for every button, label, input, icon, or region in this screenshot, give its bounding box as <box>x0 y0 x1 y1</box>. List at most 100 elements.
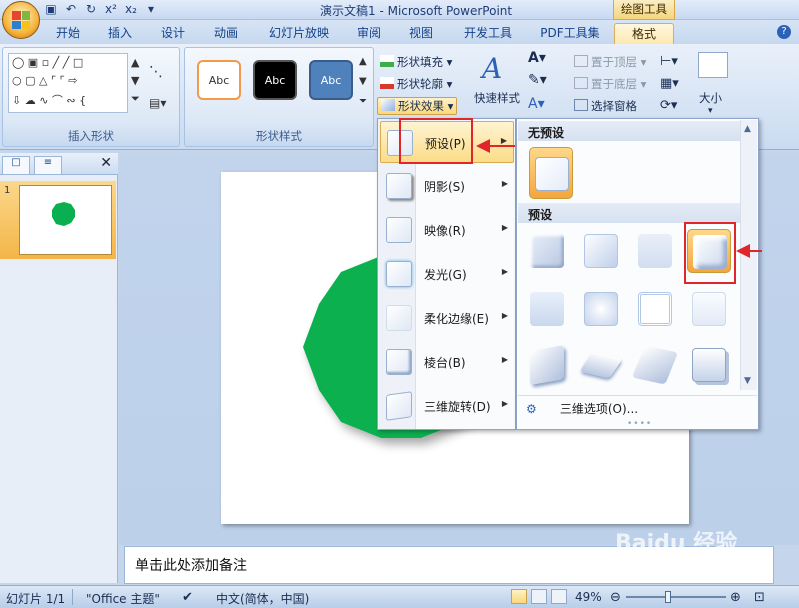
tab-developer[interactable]: 开发工具 <box>459 23 517 44</box>
ribbon-tabs: 开始 插入 设计 动画 幻灯片放映 审阅 视图 开发工具 PDF工具集 格式 ? <box>0 20 799 44</box>
undo-icon[interactable]: ↶ <box>64 2 78 16</box>
shadow-icon <box>386 173 412 199</box>
rotate-icon[interactable]: ⟳▾ <box>660 98 677 113</box>
tab-format[interactable]: 格式 <box>614 23 674 44</box>
menu-item-bevel[interactable]: 棱台(B) ▶ <box>380 341 514 383</box>
group-shape-styles: Abc Abc Abc ▲ ▼ ⏷ 形状样式 <box>184 47 374 147</box>
styles-up-icon[interactable]: ▲ <box>359 56 367 67</box>
slide-thumbnail-selected[interactable]: 1 <box>0 181 116 259</box>
preset-10[interactable] <box>579 343 623 387</box>
3d-options-icon: ⚙ <box>526 402 537 416</box>
shape-effects-button[interactable]: 形状效果 ▾ <box>377 97 458 115</box>
textbox-icon[interactable]: ▤▾ <box>149 96 166 110</box>
slideshow-button[interactable] <box>551 589 567 604</box>
soft-edges-icon <box>386 305 412 331</box>
help-icon[interactable]: ? <box>777 25 791 39</box>
text-effects-icon[interactable]: A▾ <box>528 96 545 112</box>
slide-sorter-button[interactable] <box>531 589 547 604</box>
tab-slides-icon[interactable]: □ <box>2 156 30 174</box>
thumb-decagon-shape <box>52 202 75 226</box>
tab-pdf-tools[interactable]: PDF工具集 <box>535 23 605 44</box>
zoom-slider[interactable] <box>626 596 726 598</box>
tab-view[interactable]: 视图 <box>405 23 437 44</box>
text-outline-icon[interactable]: ✎▾ <box>528 72 547 88</box>
pen-icon <box>380 77 394 89</box>
reflection-icon <box>386 217 412 243</box>
preset-9[interactable] <box>525 343 569 387</box>
preset-8[interactable] <box>687 287 731 331</box>
annotation-box-selected-preset <box>684 222 736 284</box>
menu-item-reflection[interactable]: 映像(R) ▶ <box>380 209 514 251</box>
shape-fill-button[interactable]: 形状填充 ▾ <box>380 54 452 70</box>
redo-icon[interactable]: ↻ <box>84 2 98 16</box>
scroll-up-icon[interactable]: ▲ <box>744 124 751 134</box>
size-dropdown-icon[interactable]: ▾ <box>708 106 713 116</box>
quick-styles-button[interactable]: 快速样式 <box>474 90 520 106</box>
style-thumb-black[interactable]: Abc <box>253 60 297 100</box>
selection-pane-button[interactable]: 选择窗格 <box>574 98 637 114</box>
close-icon[interactable]: ✕ <box>100 155 112 171</box>
tab-slideshow[interactable]: 幻灯片放映 <box>263 23 335 44</box>
zoom-in-icon[interactable]: ⊕ <box>730 590 741 605</box>
size-button[interactable]: 大小 <box>699 90 722 106</box>
tab-design[interactable]: 设计 <box>157 23 189 44</box>
tab-review[interactable]: 审阅 <box>353 23 385 44</box>
zoom-knob[interactable] <box>665 591 671 603</box>
status-bar: 幻灯片 1/1 "Office 主题" ✔ 中文(简体，中国) 49% ⊖ ⊕ … <box>0 585 799 608</box>
qat-dropdown-icon[interactable]: ▾ <box>144 2 158 16</box>
tab-animation[interactable]: 动画 <box>210 23 242 44</box>
resize-grip-icon[interactable]: •••• <box>627 419 652 429</box>
tab-home[interactable]: 开始 <box>52 23 84 44</box>
slide-thumbnail[interactable] <box>19 185 112 255</box>
tab-outline-icon[interactable]: ≡ <box>34 156 62 174</box>
subscript-icon[interactable]: x₂ <box>124 2 138 16</box>
3d-options-item[interactable]: ⚙ 三维选项(O)... <box>518 395 757 419</box>
styles-more-icon[interactable]: ⏷ <box>359 96 367 107</box>
style-thumb-blue[interactable]: Abc <box>309 60 353 100</box>
normal-view-button[interactable] <box>511 589 527 604</box>
wordart-icon[interactable]: A <box>482 52 502 85</box>
submenu-scrollbar[interactable]: ▲ ▼ <box>740 120 757 390</box>
styles-down-icon[interactable]: ▼ <box>359 76 367 87</box>
tab-insert[interactable]: 插入 <box>104 23 136 44</box>
preset-12[interactable] <box>687 343 731 387</box>
send-to-back-button[interactable]: 置于底层 ▾ <box>574 76 646 92</box>
zoom-out-icon[interactable]: ⊖ <box>610 590 621 605</box>
shape-outline-button[interactable]: 形状轮廓 ▾ <box>380 76 452 92</box>
bring-to-front-button[interactable]: 置于顶层 ▾ <box>574 54 646 70</box>
preset-5[interactable] <box>525 287 569 331</box>
menu-item-soft-edges[interactable]: 柔化边缘(E) ▶ <box>380 297 514 339</box>
align-icon[interactable]: ⊢▾ <box>660 54 678 69</box>
preset-none[interactable] <box>529 147 573 199</box>
superscript-icon[interactable]: x² <box>104 2 118 16</box>
office-logo-icon <box>12 11 30 29</box>
text-fill-icon[interactable]: A▾ <box>528 50 546 66</box>
shape-scroll-up-icon[interactable]: ▲ <box>131 56 139 69</box>
fit-to-window-icon[interactable]: ⊡ <box>754 590 765 605</box>
style-thumb-white[interactable]: Abc <box>197 60 241 100</box>
edit-shape-icon[interactable]: ⋱ <box>149 64 163 80</box>
office-button[interactable] <box>2 1 40 39</box>
zoom-level[interactable]: 49% <box>575 590 602 604</box>
preset-11[interactable] <box>631 343 679 387</box>
shape-more-icon[interactable]: ⏷ <box>131 92 140 106</box>
menu-item-shadow[interactable]: 阴影(S) ▶ <box>380 165 514 207</box>
spellcheck-icon[interactable]: ✔ <box>182 590 193 605</box>
menu-item-3d-rotation[interactable]: 三维旋转(D) ▶ <box>380 385 514 427</box>
preset-7[interactable] <box>633 287 677 331</box>
group-icon[interactable]: ▦▾ <box>660 76 679 91</box>
shape-scroll-down-icon[interactable]: ▼ <box>131 74 139 87</box>
submenu-arrow-icon: ▶ <box>501 267 508 276</box>
preset-6[interactable] <box>579 287 623 331</box>
scroll-down-icon[interactable]: ▼ <box>744 376 751 386</box>
submenu-arrow-icon: ▶ <box>501 311 508 320</box>
save-icon[interactable]: ▣ <box>44 2 58 16</box>
context-tab-title: 绘图工具 <box>613 0 675 20</box>
preset-3[interactable] <box>633 229 677 273</box>
menu-item-glow[interactable]: 发光(G) ▶ <box>380 253 514 295</box>
language-status: 中文(简体，中国) <box>216 592 310 606</box>
preset-2[interactable] <box>579 229 623 273</box>
submenu-arrow-icon: ▶ <box>501 399 508 408</box>
preset-1[interactable] <box>525 229 569 273</box>
shape-gallery[interactable]: ◯ ▣ ▫ ╱ ╱ □ ○ ▢ △ ⌜ ⌜ ⇨ ⇩ ☁ ∿ ⌒ ∾ { <box>8 53 128 113</box>
